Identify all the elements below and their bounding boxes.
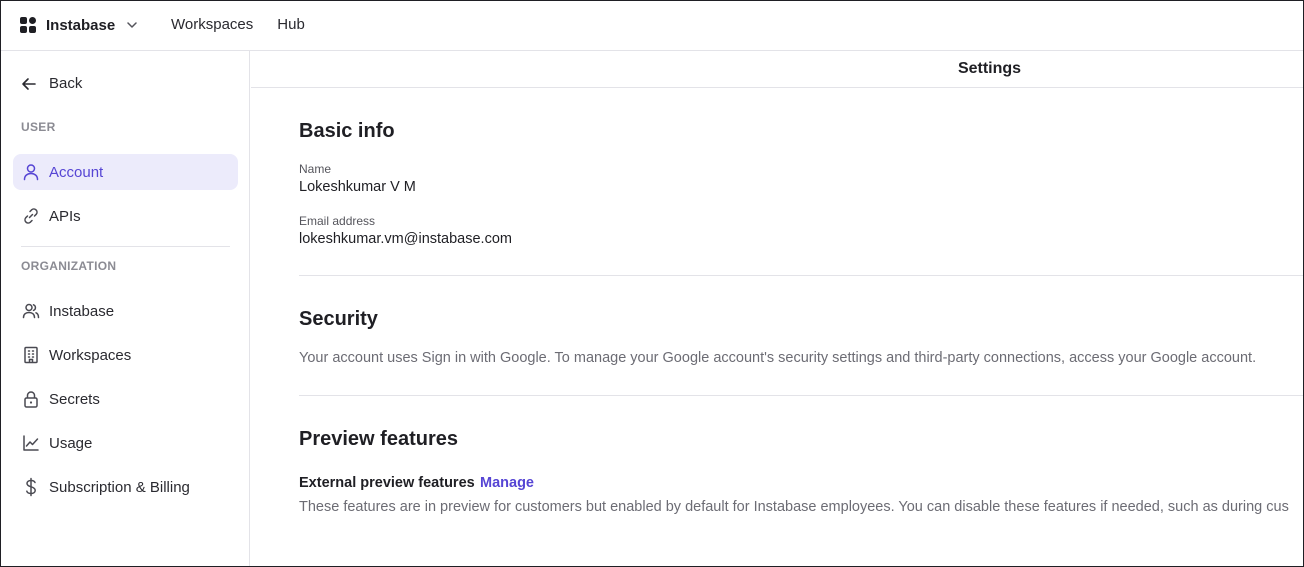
- sidebar-item-label: Subscription & Billing: [49, 478, 190, 496]
- nav-workspaces-link[interactable]: Workspaces: [171, 16, 253, 33]
- arrow-left-icon: [22, 77, 36, 90]
- sidebar-item-label: Workspaces: [49, 346, 132, 364]
- sidebar-item-label: Usage: [49, 434, 93, 452]
- back-label: Back: [49, 75, 83, 92]
- main-header: Settings: [251, 51, 1303, 88]
- section-divider: [299, 275, 1303, 276]
- sidebar: Back USER Account APIs ORGANIZATION Inst…: [1, 51, 250, 566]
- brand-name: Instabase: [46, 16, 116, 34]
- sidebar-item-workspaces[interactable]: Workspaces: [13, 337, 238, 373]
- sidebar-item-label: APIs: [49, 207, 81, 225]
- section-divider: [299, 395, 1303, 396]
- dollar-icon: [26, 477, 36, 497]
- name-label: Name: [299, 162, 332, 176]
- security-heading: Security: [299, 308, 378, 330]
- sidebar-item-label: Secrets: [49, 390, 100, 408]
- main-content: Settings Basic info Name Lokeshkumar V M…: [251, 51, 1303, 566]
- lock-icon: [24, 391, 38, 408]
- preview-features-description: These features are in preview for custom…: [299, 499, 1289, 515]
- app-window: Instabase Workspaces Hub Back USER Accou…: [0, 0, 1304, 567]
- basic-info-heading: Basic info: [299, 120, 395, 142]
- user-icon: [23, 164, 39, 181]
- sidebar-item-label: Instabase: [49, 302, 115, 320]
- org-switcher[interactable]: Instabase: [19, 14, 139, 36]
- sidebar-item-instabase[interactable]: Instabase: [13, 293, 238, 329]
- preview-features-heading: Preview features: [299, 428, 458, 450]
- link-icon: [24, 208, 38, 224]
- user-section-label: USER: [21, 120, 56, 134]
- apps-grid-icon: [20, 17, 36, 33]
- sidebar-item-usage[interactable]: Usage: [13, 425, 238, 461]
- top-nav: Workspaces Hub: [171, 16, 305, 33]
- chevron-down-icon: [127, 22, 137, 28]
- manage-link[interactable]: Manage: [480, 475, 534, 491]
- organization-section-label: ORGANIZATION: [21, 259, 117, 273]
- sidebar-item-label: Account: [49, 163, 104, 181]
- chart-line-icon: [23, 435, 39, 451]
- sidebar-item-account[interactable]: Account: [13, 154, 238, 190]
- sidebar-item-secrets[interactable]: Secrets: [13, 381, 238, 417]
- building-icon: [24, 346, 38, 364]
- users-icon: [22, 303, 40, 319]
- name-value: Lokeshkumar V M: [299, 179, 416, 195]
- top-bar: Instabase Workspaces Hub: [1, 1, 1303, 51]
- email-label: Email address: [299, 214, 376, 228]
- external-preview-features-label: External preview features: [299, 475, 475, 491]
- back-button[interactable]: Back: [21, 75, 82, 92]
- security-description: Your account uses Sign in with Google. T…: [299, 350, 1257, 366]
- nav-hub-link[interactable]: Hub: [277, 16, 305, 33]
- email-value: lokeshkumar.vm@instabase.com: [299, 231, 512, 247]
- page-title: Settings: [957, 60, 1022, 77]
- sidebar-divider: [21, 246, 230, 247]
- sidebar-item-subscription-billing[interactable]: Subscription & Billing: [13, 469, 238, 505]
- sidebar-item-apis[interactable]: APIs: [13, 198, 238, 234]
